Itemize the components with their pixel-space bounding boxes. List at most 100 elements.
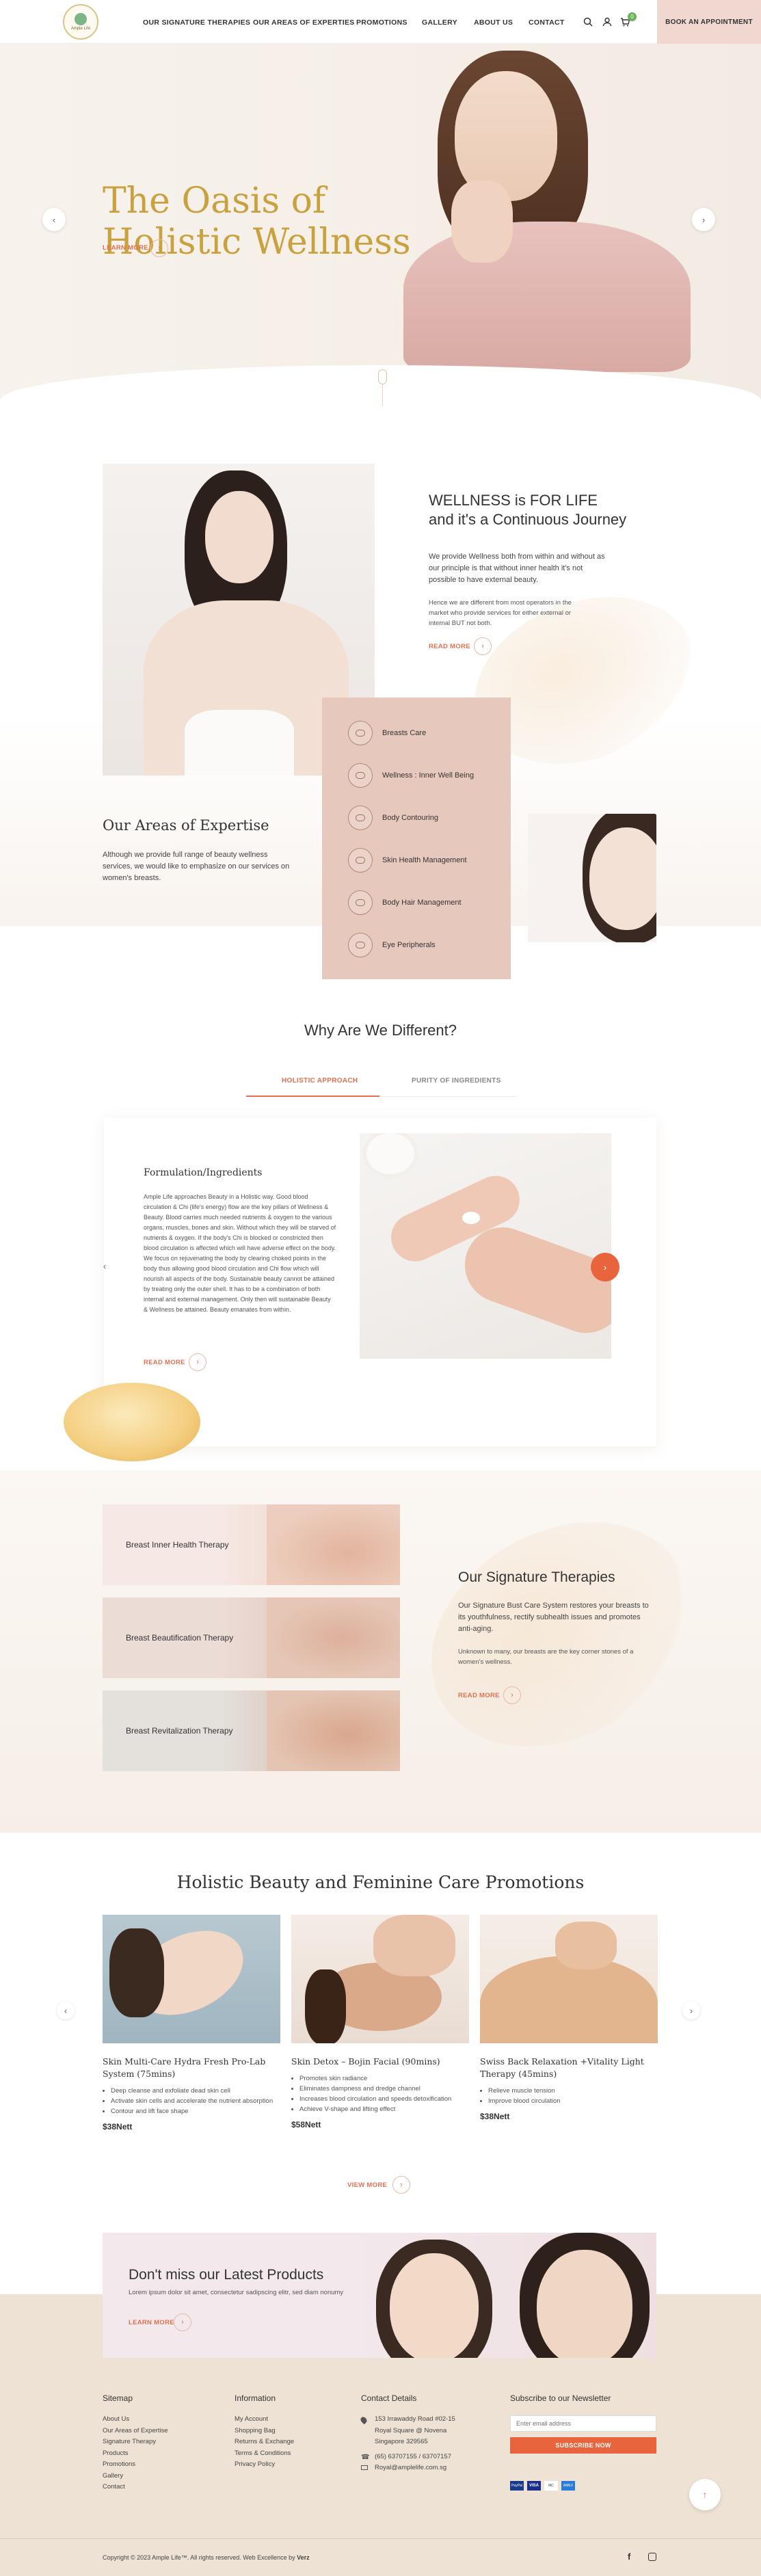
expertise-item-label: Eye Peripherals xyxy=(382,941,436,949)
hero-model-image xyxy=(397,44,691,372)
search-icon[interactable] xyxy=(583,16,593,27)
promo-price: $38Nett xyxy=(103,2122,133,2132)
instagram-icon[interactable] xyxy=(648,2553,656,2561)
promo-card[interactable]: Swiss Back Relaxation +Vitality Light Th… xyxy=(480,1915,658,2121)
wellness-paragraph-2: Hence we are different from most operato… xyxy=(429,599,572,627)
promo-card[interactable]: Skin Multi-Care Hydra Fresh Pro-Lab Syst… xyxy=(103,1915,280,2132)
tree-icon xyxy=(75,13,87,25)
promo-points: Relieve muscle tension Improve blood cir… xyxy=(480,2086,658,2106)
promo-name[interactable]: Skin Detox – Bojin Facial (90mins) xyxy=(291,2056,469,2068)
nav-about-us[interactable]: ABOUT US xyxy=(474,18,513,27)
why-arrow-icon[interactable]: › xyxy=(189,1353,206,1371)
body-hair-icon xyxy=(348,890,373,915)
footer-link[interactable]: Promotions xyxy=(103,2459,168,2471)
footer-sitemap-list: About Us Our Areas of Expertise Signatur… xyxy=(103,2414,168,2493)
tab-holistic-approach[interactable]: HOLISTIC APPROACH xyxy=(282,1077,358,1085)
wellness-arrow-icon[interactable]: › xyxy=(474,637,492,655)
why-card-text: Ample Life approaches Beauty in a Holist… xyxy=(144,1193,336,1313)
expertise-item-wellness[interactable]: Wellness : Inner Well Being xyxy=(348,762,474,789)
promo-point: Activate skin cells and accelerate the n… xyxy=(111,2096,280,2106)
phone-icon: ☎ xyxy=(361,2454,370,2461)
footer-newsletter-title: Subscribe to our Newsletter xyxy=(510,2393,611,2403)
wellness-read-more-link[interactable]: READ MORE xyxy=(429,643,470,650)
footer-link[interactable]: Our Areas of Expertise xyxy=(103,2426,168,2437)
signature-row-beautification[interactable]: Breast Beautification Therapy xyxy=(103,1597,400,1678)
promo-price: $38Nett xyxy=(480,2112,510,2121)
footer-phone[interactable]: (65) 63707155 / 63707157 xyxy=(375,2452,451,2463)
promo-point: Increases blood circulation and speeds d… xyxy=(299,2094,469,2104)
why-different-title: Why Are We Different? xyxy=(304,1022,457,1039)
signature-read-more-link[interactable]: READ MORE xyxy=(458,1692,500,1699)
scroll-indicator-icon[interactable] xyxy=(378,369,387,384)
expertise-item-label: Breasts Care xyxy=(382,729,427,737)
expertise-item-skin-health[interactable]: Skin Health Management xyxy=(348,847,467,874)
promo-view-more-icon[interactable]: › xyxy=(392,2176,410,2194)
footer-link[interactable]: Gallery xyxy=(103,2471,168,2482)
amex-icon: AMEX xyxy=(561,2481,575,2491)
footer-email[interactable]: Royal@amplelife.com.sg xyxy=(375,2462,446,2474)
hero-prev-button[interactable]: ‹ xyxy=(42,208,66,231)
subscribe-button[interactable]: SUBSCRIBE NOW xyxy=(510,2437,656,2454)
expertise-item-label: Body Contouring xyxy=(382,814,438,822)
back-to-top-button[interactable]: ↑ xyxy=(689,2479,721,2510)
signature-paragraph-2: Unknown to many, our breasts are the key… xyxy=(458,1648,634,1666)
nav-promotions[interactable]: PROMOTIONS xyxy=(356,18,408,27)
why-prev-button[interactable]: ‹ xyxy=(96,1257,114,1275)
footer-link[interactable]: Returns & Exchange xyxy=(235,2436,294,2448)
agency-link[interactable]: Verz xyxy=(297,2554,310,2561)
expertise-item-eye-peripherals[interactable]: Eye Peripherals xyxy=(348,931,436,959)
newsletter-email-input[interactable] xyxy=(510,2415,656,2432)
expertise-item-breasts-care[interactable]: Breasts Care xyxy=(348,719,426,747)
footer-link[interactable]: Terms & Conditions xyxy=(235,2448,294,2460)
footer-link[interactable]: Contact xyxy=(103,2482,168,2493)
tab-purity-of-ingredients[interactable]: PURITY OF INGREDIENTS xyxy=(412,1077,501,1085)
footer-contact-title: Contact Details xyxy=(361,2393,417,2403)
expertise-item-body-contouring[interactable]: Body Contouring xyxy=(348,804,438,832)
promo-card[interactable]: Skin Detox – Bojin Facial (90mins) Promo… xyxy=(291,1915,469,2129)
why-hands-image xyxy=(360,1133,611,1359)
hero-next-button[interactable]: › xyxy=(692,208,715,231)
wellness-icon xyxy=(348,763,373,788)
address-line: Royal Square @ Novena xyxy=(375,2426,447,2434)
promo-next-button[interactable]: › xyxy=(682,2002,700,2019)
body-contour-icon xyxy=(348,806,373,830)
tab-underline xyxy=(379,1096,516,1097)
wellness-title: WELLNESS is FOR LIFE and it's a Continuo… xyxy=(429,491,626,529)
promo-prev-button[interactable]: ‹ xyxy=(57,2002,75,2019)
why-read-more-link[interactable]: READ MORE xyxy=(144,1359,185,1366)
nav-contact[interactable]: CONTACT xyxy=(529,18,565,27)
footer-link[interactable]: Products xyxy=(103,2448,168,2460)
footer-link[interactable]: About Us xyxy=(103,2414,168,2426)
footer-information-list: My Account Shopping Bag Returns & Exchan… xyxy=(235,2414,294,2471)
promo-name[interactable]: Swiss Back Relaxation +Vitality Light Th… xyxy=(480,2056,658,2080)
banner-learn-more-link[interactable]: LEARN MORE xyxy=(129,2319,174,2326)
promo-view-more-link[interactable]: VIEW MORE xyxy=(347,2181,387,2189)
footer-link[interactable]: Shopping Bag xyxy=(235,2426,294,2437)
promo-point: Promotes skin radiance xyxy=(299,2073,469,2084)
footer-link[interactable]: Privacy Policy xyxy=(235,2459,294,2471)
hero-arrow-icon[interactable]: › xyxy=(150,239,168,257)
nav-gallery[interactable]: GALLERY xyxy=(422,18,457,27)
signature-row-revitalization[interactable]: Breast Revitalization Therapy xyxy=(103,1690,400,1771)
user-icon[interactable] xyxy=(602,16,613,27)
footer-link[interactable]: My Account xyxy=(235,2414,294,2426)
promo-name[interactable]: Skin Multi-Care Hydra Fresh Pro-Lab Syst… xyxy=(103,2056,280,2080)
nav-signature-therapies[interactable]: OUR SIGNATURE THERAPIES xyxy=(143,18,250,27)
promo-point: Achieve V-shape and lifting effect xyxy=(299,2104,469,2114)
banner-arrow-icon[interactable]: › xyxy=(174,2313,191,2331)
book-appointment-button[interactable]: BOOK AN APPOINTMENT xyxy=(657,0,761,44)
expertise-item-body-hair[interactable]: Body Hair Management xyxy=(348,889,462,916)
banner-text: Lorem ipsum dolor sit amet, consectetur … xyxy=(129,2289,344,2296)
why-next-button[interactable]: › xyxy=(591,1253,619,1282)
promo-price: $58Nett xyxy=(291,2120,321,2129)
footer-link[interactable]: Signature Therapy xyxy=(103,2436,168,2448)
logo[interactable]: Ample Life xyxy=(63,4,98,40)
hero-learn-more-link[interactable]: LEARN MORE xyxy=(103,244,148,252)
signature-arrow-icon[interactable]: › xyxy=(503,1686,521,1704)
facebook-icon[interactable]: f xyxy=(628,2551,630,2562)
address-line: 153 Irrawaddy Road #02-15 xyxy=(375,2415,455,2423)
hero-slider: The Oasis of Holistic Wellness LEARN MOR… xyxy=(0,44,761,406)
nav-areas-of-experties[interactable]: OUR AREAS OF EXPERTIES xyxy=(253,18,355,27)
signature-row-inner-health[interactable]: Breast Inner Health Therapy xyxy=(103,1504,400,1585)
hero-title-line1: The Oasis of xyxy=(103,181,326,222)
